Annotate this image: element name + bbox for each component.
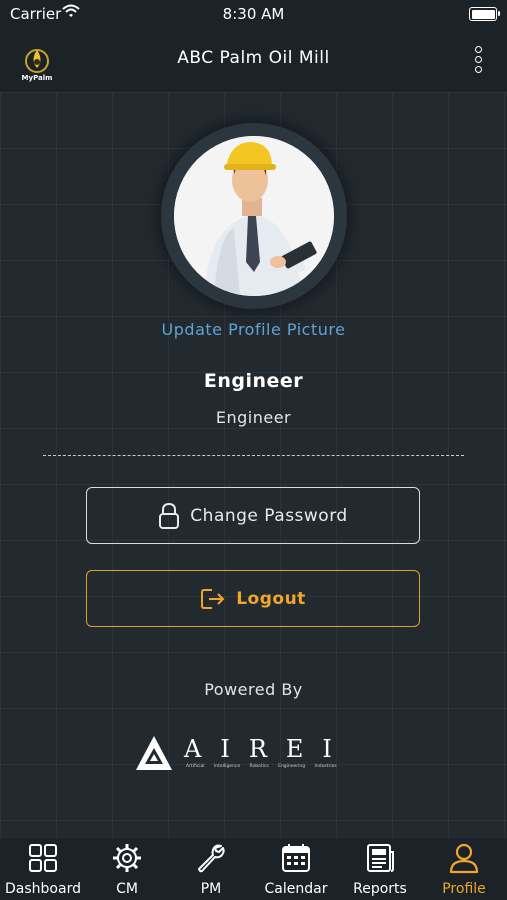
battery-level xyxy=(471,9,495,19)
status-time: 8:30 AM xyxy=(222,5,285,23)
gear-icon xyxy=(113,844,141,872)
tab-label: PM xyxy=(200,881,222,897)
change-password-button[interactable]: Change Password xyxy=(86,487,420,544)
grid-icon xyxy=(29,844,57,872)
tab-label: Dashboard xyxy=(5,881,81,897)
header-title: ABC Palm Oil Mill xyxy=(177,48,330,68)
tab-profile[interactable]: Profile xyxy=(422,838,506,900)
user-role: Engineer xyxy=(215,408,292,427)
tab-cm[interactable]: CM xyxy=(85,838,169,900)
airei-wordmark: AIREI xyxy=(184,735,351,763)
tab-calendar[interactable]: Calendar xyxy=(254,838,338,900)
wrench-icon xyxy=(198,844,225,873)
change-password-label: Change Password xyxy=(190,505,348,526)
status-bar: Carrier 8:30 AM xyxy=(0,0,507,28)
update-profile-picture-link[interactable]: Update Profile Picture xyxy=(0,320,507,339)
tab-dashboard[interactable]: Dashboard xyxy=(1,838,85,900)
avatar[interactable] xyxy=(174,136,334,296)
tab-label: CM xyxy=(116,881,138,897)
logout-icon xyxy=(201,588,225,609)
user-name: Engineer xyxy=(203,370,304,392)
tab-pm[interactable]: PM xyxy=(169,838,253,900)
tab-reports[interactable]: Reports xyxy=(338,838,422,900)
divider xyxy=(43,455,464,456)
engineer-photo xyxy=(174,136,334,296)
tab-label: Calendar xyxy=(264,881,328,897)
logout-label: Logout xyxy=(236,588,306,609)
calendar-icon xyxy=(282,844,310,872)
powered-by-label: Powered By xyxy=(204,680,303,699)
battery-icon xyxy=(469,7,500,21)
logo-text: MyPalm xyxy=(21,74,53,82)
tab-bar: Dashboard CM PM Calendar Reports Profile xyxy=(0,838,507,900)
person-icon xyxy=(449,843,479,874)
app-header: MyPalm ABC Palm Oil Mill xyxy=(0,28,507,92)
tab-label: Reports xyxy=(353,881,407,897)
newspaper-icon xyxy=(367,844,394,872)
airei-logo: AIREI Artificial Intelligence Robotics E… xyxy=(134,734,374,774)
logout-button[interactable]: Logout xyxy=(86,570,420,627)
airei-triangle-icon xyxy=(136,736,172,770)
tab-label: Profile xyxy=(442,881,486,897)
kebab-icon[interactable] xyxy=(469,46,487,74)
lock-icon xyxy=(159,502,180,529)
airei-tagline: Artificial Intelligence Robotics Enginee… xyxy=(186,764,337,769)
